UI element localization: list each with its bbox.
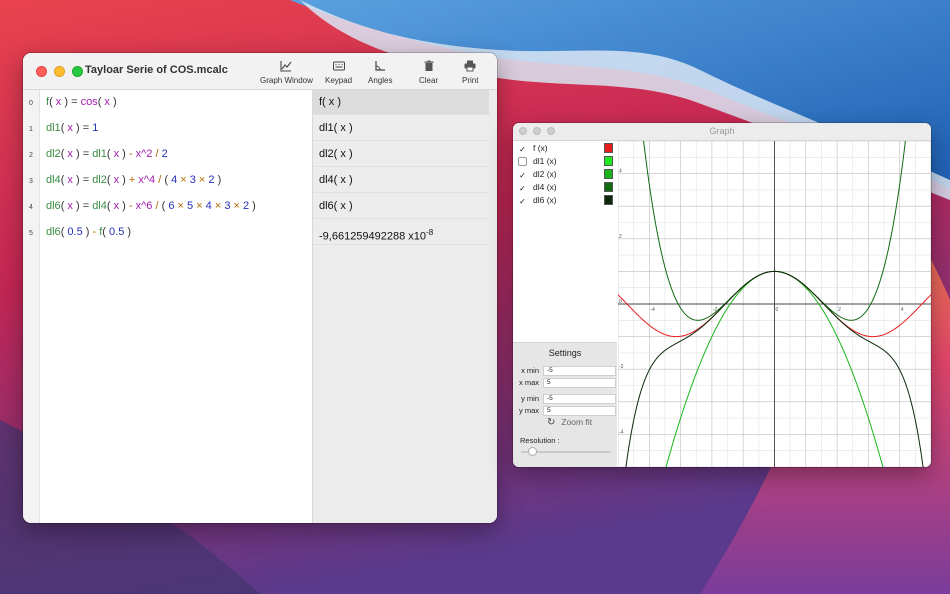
line-number: 5 xyxy=(29,230,33,237)
color-swatch[interactable] xyxy=(604,182,613,192)
y-min-field[interactable]: -5 xyxy=(543,394,616,404)
line-number: 1 xyxy=(29,126,33,133)
result-row-final[interactable]: -9,661259492288 x10-8 xyxy=(313,220,489,245)
zoom-fit-label: Zoom fit xyxy=(561,417,593,427)
function-list: ✓ f (x) dl1 (x) ✓ dl2 (x) ✓ dl4 (x) ✓ dl… xyxy=(513,141,617,342)
graph-window: Graph ✓ f (x) dl1 (x) ✓ dl2 (x) ✓ dl4 (x… xyxy=(513,123,931,467)
code-line[interactable]: dl2( x ) = dl1( x ) - x^2 / 2 xyxy=(46,148,168,160)
angles-label: Angles xyxy=(368,76,393,85)
code-line[interactable]: dl4( x ) = dl2( x ) + x^4 / ( 4 × 3 × 2 … xyxy=(46,174,221,186)
result-mantissa: -9,661259492288 x10 xyxy=(319,230,427,243)
color-swatch[interactable] xyxy=(604,195,613,205)
x-tick-label: 2 xyxy=(838,307,841,313)
settings-title: Settings xyxy=(548,348,582,358)
line-number: 2 xyxy=(29,152,33,159)
graph-window-button[interactable]: Graph Window xyxy=(260,59,313,85)
angle-icon xyxy=(375,61,386,71)
function-label: dl6 (x) xyxy=(533,195,557,205)
window-titlebar: Tayloar Serie of COS.mcalc Graph Window … xyxy=(23,53,497,90)
function-checkbox[interactable] xyxy=(518,157,527,166)
line-number: 4 xyxy=(29,204,33,211)
function-item-dl2[interactable]: ✓ dl2 (x) xyxy=(518,169,616,181)
line-number: 3 xyxy=(29,178,33,185)
zoom-fit-button[interactable]: ↻ Zoom fit xyxy=(547,417,592,428)
keypad-button[interactable]: Keypad xyxy=(325,59,352,85)
function-label: f (x) xyxy=(533,143,548,153)
print-button[interactable]: Print xyxy=(462,59,478,85)
x-min-label: x min xyxy=(521,366,539,375)
color-swatch[interactable] xyxy=(604,156,613,166)
function-checkbox[interactable]: ✓ xyxy=(518,183,527,193)
graph-window-label: Graph Window xyxy=(260,76,313,85)
function-label: dl4 (x) xyxy=(533,182,557,192)
zoom-button[interactable] xyxy=(72,66,83,77)
function-label: dl2 (x) xyxy=(533,169,557,179)
color-swatch[interactable] xyxy=(604,143,613,153)
y-max-label: y max xyxy=(518,406,539,415)
y-tick-label: 0 xyxy=(619,299,622,305)
x-tick-label: 4 xyxy=(901,307,904,313)
code-line[interactable]: dl6( x ) = dl4( x ) - x^6 / ( 6 × 5 × 4 … xyxy=(46,200,256,212)
graph-icon xyxy=(280,61,292,72)
angles-button[interactable]: Angles xyxy=(368,59,392,85)
function-checkbox[interactable]: ✓ xyxy=(518,196,527,206)
function-checkbox[interactable]: ✓ xyxy=(518,170,527,180)
minimize-button[interactable] xyxy=(54,66,65,77)
clear-label: Clear xyxy=(419,76,439,85)
resolution-slider-knob[interactable] xyxy=(527,447,537,456)
y-max-field[interactable]: 5 xyxy=(543,406,616,416)
result-exponent: -8 xyxy=(426,228,434,237)
function-item-dl4[interactable]: ✓ dl4 (x) xyxy=(518,182,616,194)
result-row[interactable]: dl2( x ) xyxy=(313,142,489,167)
printer-icon xyxy=(464,60,476,72)
y-tick-label: -4 xyxy=(619,429,624,435)
result-row[interactable]: dl4( x ) xyxy=(313,168,489,193)
window-title: Tayloar Serie of COS.mcalc xyxy=(85,64,228,76)
result-row[interactable]: dl1( x ) xyxy=(313,116,489,141)
keypad-label: Keypad xyxy=(325,76,353,85)
refresh-icon: ↻ xyxy=(547,417,556,428)
function-item-f[interactable]: ✓ f (x) xyxy=(518,143,616,155)
line-number: 0 xyxy=(29,100,33,107)
x-tick-label: 0 xyxy=(776,307,779,313)
function-plot[interactable]: -4 -2 0 2 4420-2-4 xyxy=(618,141,931,467)
x-tick-label: -4 xyxy=(650,307,655,313)
function-item-dl1[interactable]: dl1 (x) xyxy=(518,156,616,168)
y-tick-label: 4 xyxy=(619,169,622,175)
resolution-label: Resolution : xyxy=(520,436,560,445)
function-checkbox[interactable]: ✓ xyxy=(518,144,527,154)
color-swatch[interactable] xyxy=(604,169,613,179)
graph-window-title: Graph xyxy=(709,126,735,136)
code-line[interactable]: dl1( x ) = 1 xyxy=(46,122,98,134)
close-button[interactable] xyxy=(36,66,47,77)
code-line[interactable]: f( x ) = cos( x ) xyxy=(46,96,117,108)
x-max-field[interactable]: 5 xyxy=(543,378,616,388)
function-item-dl6[interactable]: ✓ dl6 (x) xyxy=(518,195,616,207)
keypad-icon xyxy=(332,61,345,71)
line-number-gutter: 0 1 2 3 4 5 xyxy=(23,90,40,523)
code-line[interactable]: dl6( 0.5 ) - f( 0.5 ) xyxy=(46,226,131,238)
result-row[interactable]: dl6( x ) xyxy=(313,194,489,219)
print-label: Print xyxy=(462,76,479,85)
calculation-window: Tayloar Serie of COS.mcalc Graph Window … xyxy=(23,53,497,523)
y-tick-label: -2 xyxy=(619,364,624,370)
result-row[interactable]: f( x ) xyxy=(313,90,489,115)
settings-panel: Settings x min -5 x max 5 y min -5 y max… xyxy=(513,342,617,467)
graph-titlebar: Graph xyxy=(513,123,931,141)
trash-icon xyxy=(424,60,434,71)
x-max-label: x max xyxy=(518,378,539,387)
x-min-field[interactable]: -5 xyxy=(543,366,616,376)
results-panel: f( x ) dl1( x ) dl2( x ) dl4( x ) dl6( x… xyxy=(312,90,497,523)
clear-button[interactable]: Clear xyxy=(419,59,438,85)
function-label: dl1 (x) xyxy=(533,156,557,166)
y-tick-label: 2 xyxy=(619,234,622,240)
y-min-label: y min xyxy=(521,394,539,403)
expression-editor[interactable]: f( x ) = cos( x ) dl1( x ) = 1 dl2( x ) … xyxy=(40,90,312,523)
